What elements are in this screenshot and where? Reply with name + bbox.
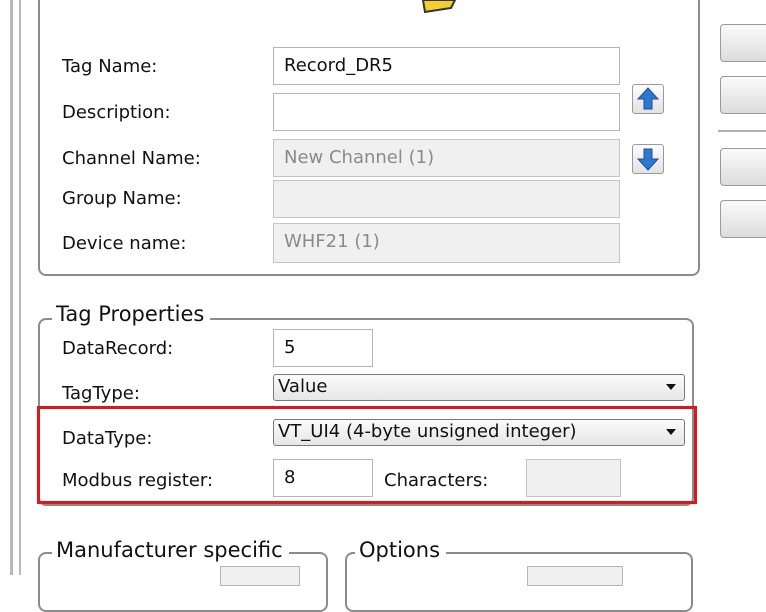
side-button-1[interactable] (720, 24, 766, 62)
chevron-down-icon (666, 384, 676, 390)
side-button-3[interactable] (720, 148, 766, 186)
arrow-down-icon (636, 148, 660, 171)
description-input[interactable] (273, 93, 620, 131)
move-up-button[interactable] (632, 84, 664, 114)
manufacturer-legend: Manufacturer specific (52, 538, 289, 562)
device-name-field: WHF21 (1) (273, 223, 620, 263)
manufacturer-field (220, 566, 300, 586)
side-divider (718, 130, 766, 132)
tag-name-input[interactable]: Record_DR5 (273, 47, 620, 85)
side-button-2[interactable] (720, 76, 766, 114)
datarecord-input[interactable]: 5 (273, 329, 373, 367)
highlight-box (37, 406, 697, 504)
tagtype-select[interactable]: Value (273, 374, 685, 401)
description-label: Description: (62, 102, 171, 123)
tagtype-label: TagType: (62, 383, 140, 404)
device-name-label: Device name: (62, 233, 187, 254)
side-button-4[interactable] (720, 200, 766, 238)
move-down-button[interactable] (632, 144, 664, 174)
options-legend: Options (355, 538, 447, 562)
channel-name-field: New Channel (1) (273, 139, 620, 177)
tagtype-select-value: Value (278, 376, 328, 397)
tag-name-label: Tag Name: (62, 56, 158, 77)
group-name-label: Group Name: (62, 188, 182, 209)
datarecord-label: DataRecord: (62, 338, 174, 359)
group-name-field (273, 180, 620, 218)
channel-name-label: Channel Name: (62, 148, 201, 169)
left-border (10, 0, 13, 575)
options-field (527, 566, 623, 586)
tag-properties-legend: Tag Properties (52, 302, 211, 326)
arrow-up-icon (636, 87, 660, 110)
folder-icon (421, 0, 459, 16)
left-border-inner (19, 0, 21, 575)
